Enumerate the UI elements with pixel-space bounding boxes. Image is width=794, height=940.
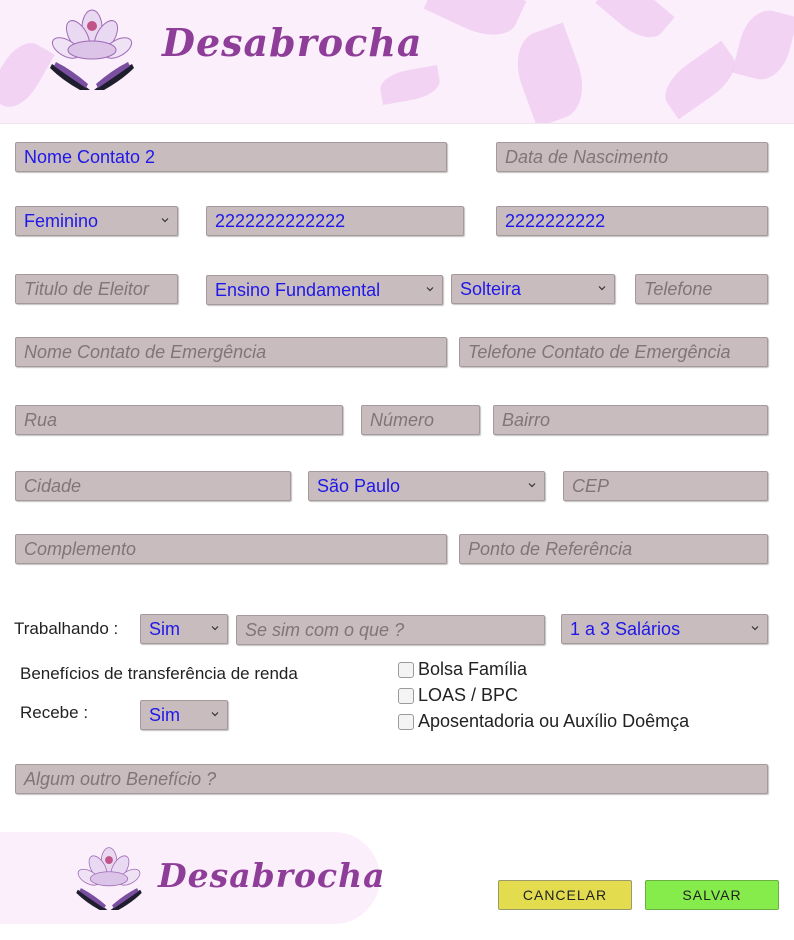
estado-value: São Paulo — [317, 476, 401, 496]
estado-select[interactable]: São Paulo — [308, 471, 545, 501]
lotus-hands-icon — [76, 847, 142, 910]
footer-brand-name: Desabrocha — [158, 856, 386, 895]
bolsa-familia-label: Bolsa Família — [418, 659, 528, 679]
telefone-input[interactable]: Telefone — [635, 274, 768, 304]
loas-bpc-label: LOAS / BPC — [418, 685, 519, 705]
cidade-input[interactable]: Cidade — [15, 471, 291, 501]
aposentadoria-label: Aposentadoria ou Auxílio Doêmça — [418, 711, 690, 731]
decorative-leaf — [731, 4, 794, 86]
complemento-input[interactable]: Complemento — [15, 534, 447, 564]
checkbox-box[interactable] — [398, 661, 414, 678]
rua-input[interactable]: Rua — [15, 405, 343, 435]
nome-contato-input[interactable]: Nome Contato 2 — [15, 142, 447, 172]
decorative-leaf — [655, 40, 745, 120]
recebe-select[interactable]: Sim — [140, 700, 228, 730]
telefone-contato-emergencia-input[interactable]: Telefone Contato de Emergência — [459, 337, 768, 367]
bairro-input[interactable]: Bairro — [493, 405, 768, 435]
lotus-hands-icon — [50, 9, 134, 90]
nome-contato-emergencia-input[interactable]: Nome Contato de Emergência — [15, 337, 447, 367]
renda-select[interactable]: 1 a 3 Salários — [561, 614, 768, 644]
decorative-leaf — [506, 22, 594, 123]
escolaridade-select[interactable]: Ensino Fundamental — [206, 275, 443, 305]
chevron-down-icon — [751, 626, 759, 631]
recebe-value: Sim — [149, 705, 180, 725]
outro-beneficio-input[interactable]: Algum outro Benefício ? — [15, 764, 768, 794]
chevron-down-icon — [161, 218, 169, 223]
genero-value: Feminino — [24, 211, 99, 231]
trabalhando-label: Trabalhando : — [14, 619, 119, 638]
bolsa-familia-checkbox[interactable]: Bolsa Família — [398, 659, 527, 680]
checkbox-box[interactable] — [398, 687, 414, 704]
renda-value: 1 a 3 Salários — [570, 619, 681, 639]
checkbox-box[interactable] — [398, 713, 414, 730]
chevron-down-icon — [528, 483, 536, 488]
data-nascimento-input[interactable]: Data de Nascimento — [496, 142, 768, 172]
beneficios-label: Benefícios de transferência de renda — [20, 664, 298, 683]
cancel-button[interactable]: CANCELAR — [498, 880, 632, 910]
trabalhando-select[interactable]: Sim — [140, 614, 228, 644]
genero-select[interactable]: Feminino — [15, 206, 178, 236]
decorative-leaf — [595, 0, 675, 48]
estado-civil-select[interactable]: Solteira — [451, 274, 615, 304]
footer-brand: Desabrocha — [0, 832, 385, 924]
save-button[interactable]: SALVAR — [645, 880, 779, 910]
numero-documento-2-input[interactable]: 2222222222 — [496, 206, 768, 236]
header-banner: Desabrocha — [0, 0, 794, 124]
ponto-referencia-input[interactable]: Ponto de Referência — [459, 534, 768, 564]
cep-input[interactable]: CEP — [563, 471, 768, 501]
decorative-leaf — [377, 65, 443, 105]
trabalho-descricao-input[interactable]: Se sim com o que ? — [236, 615, 545, 645]
chevron-down-icon — [426, 287, 434, 292]
recebe-label: Recebe : — [20, 703, 89, 722]
brand-name: Desabrocha — [162, 20, 423, 65]
numero-documento-1-input[interactable]: 2222222222222 — [206, 206, 464, 236]
chevron-down-icon — [598, 286, 606, 291]
loas-bpc-checkbox[interactable]: LOAS / BPC — [398, 685, 518, 706]
estado-civil-value: Solteira — [460, 279, 522, 299]
trabalhando-value: Sim — [149, 619, 180, 639]
titulo-eleitor-input[interactable]: Titulo de Eleitor — [15, 274, 178, 304]
decorative-leaf — [423, 0, 527, 47]
chevron-down-icon — [211, 626, 219, 631]
chevron-down-icon — [211, 712, 219, 717]
aposentadoria-checkbox[interactable]: Aposentadoria ou Auxílio Doêmça — [398, 711, 689, 732]
numero-input[interactable]: Número — [361, 405, 480, 435]
escolaridade-value: Ensino Fundamental — [215, 280, 381, 300]
